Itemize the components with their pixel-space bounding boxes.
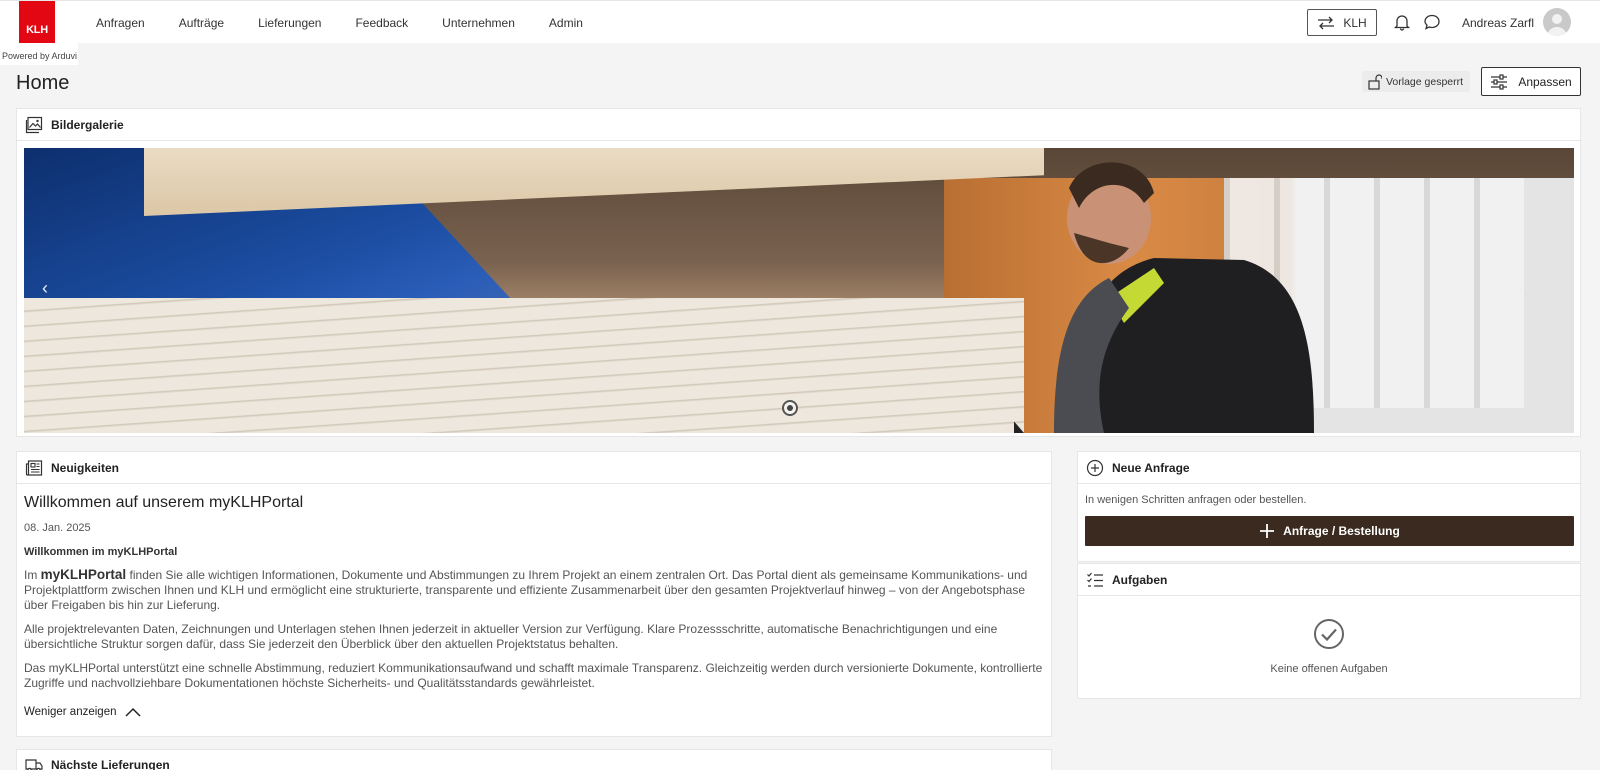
image-gallery-title: Bildergalerie: [51, 117, 124, 132]
new-request-card: Neue Anfrage In wenigen Schritten anfrag…: [1077, 451, 1581, 562]
bell-icon[interactable]: [1393, 13, 1411, 31]
gallery-next-arrow[interactable]: ›: [1517, 278, 1523, 299]
customize-label: Anpassen: [1518, 74, 1572, 89]
checklist-icon: [1087, 572, 1103, 587]
tasks-card: Aufgaben Keine offenen Aufgaben: [1077, 563, 1581, 699]
swap-arrows-icon: [1318, 16, 1335, 29]
gallery-icon: [25, 116, 43, 133]
template-locked-label: Vorlage gesperrt: [1386, 75, 1464, 88]
show-less-link[interactable]: Weniger anzeigen: [24, 706, 1044, 718]
news-article-date: 08. Jan. 2025: [24, 522, 91, 534]
powered-by: Powered by Arduvi: [0, 43, 78, 65]
nav-item-admin[interactable]: Admin: [549, 16, 583, 30]
nav-item-anfragen[interactable]: Anfragen: [96, 16, 145, 30]
plus-icon: [1260, 524, 1275, 538]
chevron-up-icon: [124, 707, 141, 717]
avatar[interactable]: [1543, 8, 1571, 36]
news-article-heading: Willkommen auf unserem myKLHPortal: [24, 494, 304, 511]
tasks-empty-state: Keine offenen Aufgaben: [1078, 596, 1580, 675]
request-order-label: Anfrage / Bestellung: [1283, 524, 1400, 538]
news-article-subheading: Willkommen im myKLHPortal: [24, 546, 178, 558]
news-p1-brand: myKLHPortal: [40, 567, 127, 582]
user-name[interactable]: Andreas Zarfl: [1462, 16, 1534, 30]
plus-circle-icon: [1086, 459, 1104, 476]
news-card: Neuigkeiten Willkommen auf unserem myKLH…: [16, 451, 1052, 737]
carousel-dot-active[interactable]: [782, 400, 798, 416]
photo-worker: [1014, 162, 1314, 433]
gallery-prev-arrow[interactable]: ‹: [42, 278, 48, 299]
news-p1-prefix: Im: [24, 568, 41, 582]
news-body: Willkommen auf unserem myKLHPortal 08. J…: [17, 484, 1051, 728]
sliders-icon: [1491, 73, 1508, 90]
new-request-title: Neue Anfrage: [1112, 460, 1190, 475]
customize-button[interactable]: Anpassen: [1481, 67, 1581, 96]
nav-item-feedback[interactable]: Feedback: [355, 16, 408, 30]
new-request-text: In wenigen Schritten anfragen oder beste…: [1085, 494, 1307, 506]
news-paragraph-2: Alle projektrelevanten Daten, Zeichnunge…: [24, 622, 998, 651]
news-p1-text: finden Sie alle wichtigen Informationen,…: [24, 568, 1028, 612]
company-switch-button[interactable]: KLH: [1307, 9, 1377, 36]
newspaper-icon: [25, 459, 43, 476]
truck-icon: [25, 758, 43, 770]
company-switch-label: KLH: [1343, 15, 1367, 30]
klh-logo[interactable]: KLH: [19, 1, 55, 43]
image-gallery-card: Bildergalerie ‹ ›: [16, 108, 1581, 437]
nav-item-auftraege[interactable]: Aufträge: [179, 16, 224, 30]
tasks-header: Aufgaben: [1078, 564, 1580, 596]
next-deliveries-header: Nächste Lieferungen: [17, 750, 1051, 770]
chat-bubble-icon[interactable]: [1423, 13, 1441, 31]
news-paragraph-3: Das myKLHPortal unterstützt eine schnell…: [24, 661, 1043, 690]
image-gallery-header: Bildergalerie: [17, 109, 1580, 141]
nav-item-lieferungen[interactable]: Lieferungen: [258, 16, 321, 30]
main-nav: Anfragen Aufträge Lieferungen Feedback U…: [96, 1, 617, 44]
photo-timber-beam: [144, 148, 1044, 216]
user-silhouette-icon: [1547, 14, 1567, 36]
logo-text: KLH: [26, 24, 48, 36]
news-title: Neuigkeiten: [51, 460, 120, 475]
news-paragraph-1: Im myKLHPortal finden Sie alle wichtigen…: [24, 567, 1044, 613]
next-deliveries-card: Nächste Lieferungen: [16, 749, 1052, 770]
tasks-empty-text: Keine offenen Aufgaben: [1270, 663, 1388, 675]
news-header: Neuigkeiten: [17, 452, 1051, 484]
unlock-icon: [1368, 73, 1382, 90]
gallery-photo: ‹ ›: [24, 148, 1574, 433]
photo-timber-planks: [24, 298, 1024, 433]
top-bar: KLH Anfragen Aufträge Lieferungen Feedba…: [0, 0, 1600, 43]
new-request-header: Neue Anfrage: [1078, 452, 1580, 484]
page-title: Home: [16, 72, 70, 94]
show-less-label: Weniger anzeigen: [24, 706, 117, 718]
request-order-button[interactable]: Anfrage / Bestellung: [1085, 516, 1574, 546]
next-deliveries-title: Nächste Lieferungen: [51, 757, 170, 770]
template-locked-badge[interactable]: Vorlage gesperrt: [1362, 71, 1470, 92]
tasks-title: Aufgaben: [1112, 572, 1168, 587]
check-circle-icon: [1314, 619, 1344, 649]
nav-item-unternehmen[interactable]: Unternehmen: [442, 16, 515, 30]
